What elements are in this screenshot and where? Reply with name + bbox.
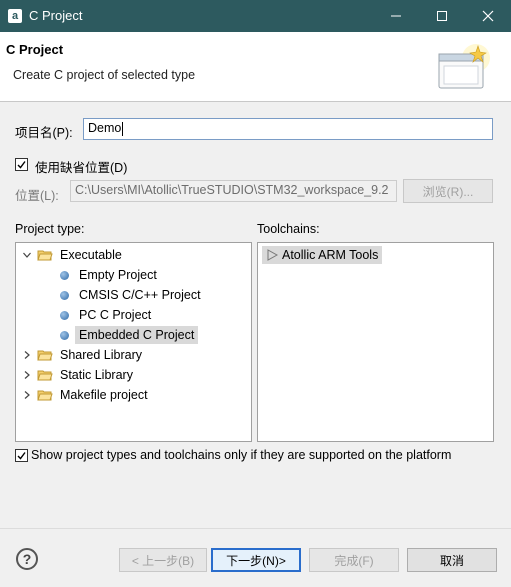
footer-separator: [0, 528, 511, 529]
toolchains-label: Toolchains:: [257, 222, 320, 236]
project-name-label: 项目名(P):: [15, 126, 73, 140]
folder-open-icon: [37, 350, 53, 361]
project-bullet-icon: [60, 290, 69, 300]
tree-item-executable[interactable]: Executable: [20, 245, 126, 265]
finish-button: 完成(F): [309, 548, 399, 572]
tree-item-embedded-c-project[interactable]: Embedded C Project: [56, 325, 199, 345]
minimize-button[interactable]: [373, 0, 419, 32]
chevron-down-icon[interactable]: [20, 248, 34, 262]
window-title: C Project: [29, 8, 83, 23]
tree-item-pc-c-project[interactable]: PC C Project: [56, 305, 155, 325]
folder-open-icon: [37, 390, 53, 401]
banner-description: Create C project of selected type: [13, 68, 196, 82]
tree-item-shared-library[interactable]: Shared Library: [20, 345, 146, 365]
maximize-icon: [437, 11, 447, 21]
toolchains-list[interactable]: Atollic ARM Tools: [257, 242, 494, 442]
chevron-right-icon[interactable]: [20, 388, 34, 402]
filter-supported-label: Show project types and toolchains only i…: [31, 448, 452, 462]
app-icon: a: [8, 9, 22, 23]
folder-open-icon: [37, 250, 53, 261]
close-icon: [482, 10, 494, 22]
next-button[interactable]: 下一步(N)>: [211, 548, 301, 572]
tree-label: Empty Project: [79, 268, 157, 282]
chevron-right-icon[interactable]: [20, 348, 34, 362]
toolchain-item-atollic-arm[interactable]: Atollic ARM Tools: [262, 245, 383, 265]
wizard-banner: C Project Create C project of selected t…: [0, 32, 511, 102]
tree-item-static-library[interactable]: Static Library: [20, 365, 137, 385]
location-label: 位置(L):: [15, 189, 59, 203]
tree-label: Makefile project: [60, 388, 148, 402]
tree-item-empty-project[interactable]: Empty Project: [56, 265, 161, 285]
project-name-value: Demo: [88, 121, 122, 135]
toolchain-arrow-icon: [267, 249, 278, 261]
location-input: C:\Users\MI\Atollic\TrueSTUDIO\STM32_wor…: [70, 180, 397, 202]
close-button[interactable]: [465, 0, 511, 32]
use-default-location-label: 使用缺省位置(D): [35, 161, 128, 175]
tree-label: Executable: [60, 248, 122, 262]
project-bullet-icon: [60, 330, 69, 340]
banner-title: C Project: [6, 42, 64, 57]
minimize-icon: [391, 15, 401, 17]
project-bullet-icon: [60, 310, 69, 320]
project-bullet-icon: [60, 270, 69, 280]
folder-open-icon: [37, 370, 53, 381]
cancel-button[interactable]: 取消: [407, 548, 497, 572]
tree-label: CMSIS C/C++ Project: [79, 288, 201, 302]
use-default-location-checkbox[interactable]: [15, 158, 28, 171]
project-name-input[interactable]: Demo: [83, 118, 493, 140]
tree-label: PC C Project: [79, 308, 152, 322]
help-icon[interactable]: ?: [16, 548, 38, 570]
tree-item-cmsis-project[interactable]: CMSIS C/C++ Project: [56, 285, 205, 305]
tree-label: Shared Library: [60, 348, 142, 362]
toolchain-item-wrap: Atollic ARM Tools: [262, 246, 383, 264]
maximize-button[interactable]: [419, 0, 465, 32]
back-button: < 上一步(B): [119, 548, 207, 572]
checkmark-icon: [17, 452, 26, 460]
title-bar: a C Project: [0, 0, 511, 32]
project-type-label: Project type:: [15, 222, 85, 236]
chevron-right-icon[interactable]: [20, 368, 34, 382]
project-type-tree[interactable]: Executable Empty Project CMSIS C/C++ Pro…: [15, 242, 252, 442]
location-value: C:\Users\MI\Atollic\TrueSTUDIO\STM32_wor…: [75, 183, 389, 197]
browse-button: 浏览(R)...: [403, 179, 493, 203]
text-caret: [122, 121, 124, 136]
tree-item-makefile-project[interactable]: Makefile project: [20, 385, 152, 405]
wizard-window-icon: [438, 44, 490, 89]
toolchain-label: Atollic ARM Tools: [282, 248, 379, 262]
tree-label: Embedded C Project: [75, 326, 199, 344]
tree-label: Static Library: [60, 368, 133, 382]
checkmark-icon: [17, 161, 26, 169]
filter-supported-checkbox[interactable]: [15, 449, 28, 462]
